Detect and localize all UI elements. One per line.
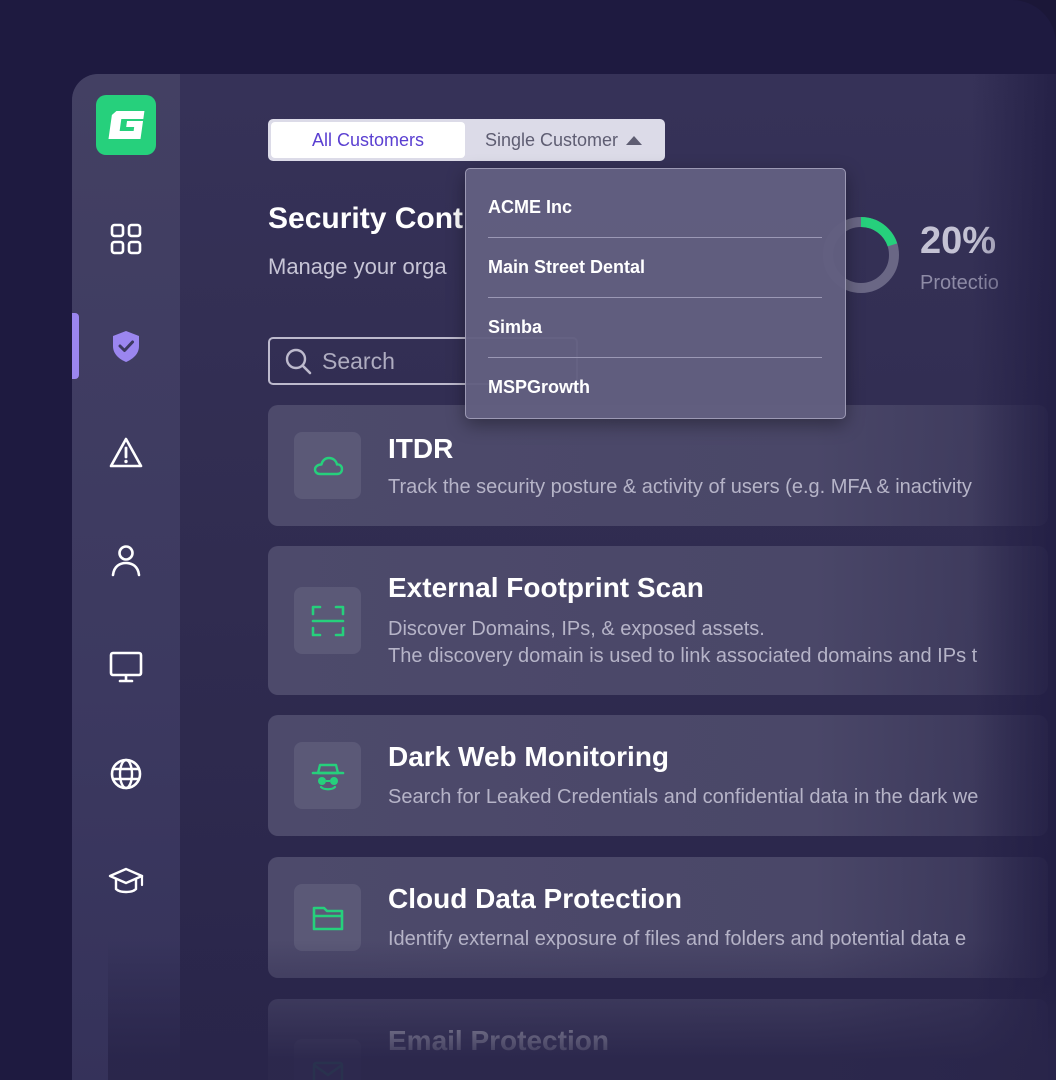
card-icon-box <box>294 884 361 951</box>
card-title: Email Protection <box>388 1025 609 1056</box>
card-icon-box <box>294 587 361 654</box>
card-icon-box <box>294 742 361 809</box>
card-description: Track the security posture & activity of… <box>388 476 972 498</box>
search-icon <box>285 348 312 375</box>
card-title: External Footprint Scan <box>388 572 704 603</box>
page-subtitle: Manage your orga <box>268 254 447 279</box>
app-logo[interactable] <box>96 95 156 155</box>
card-description: Search for Leaked Credentials and confid… <box>388 786 979 808</box>
warning-icon <box>109 437 143 468</box>
monitor-icon <box>109 651 143 683</box>
sidebar-item-training[interactable] <box>72 847 180 915</box>
sidebar-item-web[interactable] <box>72 740 180 808</box>
user-icon <box>111 545 141 577</box>
dropdown-item-main-street-dental[interactable]: Main Street Dental <box>488 237 822 297</box>
single-customer-label: Single Customer <box>484 129 619 150</box>
cloud-icon <box>313 456 343 475</box>
card-dark-web-monitoring[interactable]: Dark Web Monitoring Search for Leaked Cr… <box>268 715 1048 836</box>
sidebar-item-users[interactable] <box>72 526 180 594</box>
dropdown-item-acme-inc[interactable]: ACME Inc <box>488 177 822 237</box>
card-icon-box <box>294 1039 361 1080</box>
sidebar-item-dashboard[interactable] <box>72 205 180 273</box>
card-email-protection[interactable]: Email Protection <box>268 999 1048 1080</box>
protection-percent: 20% <box>920 220 997 262</box>
globe-icon <box>110 758 142 790</box>
sidebar-item-alerts[interactable] <box>72 419 180 487</box>
dropdown-item-mspgrowth[interactable]: MSPGrowth <box>488 357 822 417</box>
scan-icon <box>311 605 344 636</box>
sidebar-item-devices[interactable] <box>72 633 180 701</box>
dashboard-icon <box>110 223 142 255</box>
card-title: Dark Web Monitoring <box>388 741 670 772</box>
card-description-line-2: The discovery domain is used to link ass… <box>388 645 978 667</box>
card-title: Cloud Data Protection <box>388 883 683 914</box>
logo-icon <box>108 111 145 139</box>
card-description: Discover Domains, IPs, & exposed assets. <box>388 618 765 640</box>
customer-dropdown: ACME Inc Main Street Dental Simba MSPGro… <box>465 168 846 419</box>
sidebar-item-security[interactable] <box>72 312 180 380</box>
folder-icon <box>312 906 343 930</box>
card-title: ITDR <box>388 433 454 464</box>
all-customers-tab[interactable]: All Customers <box>271 122 465 158</box>
graduation-cap-icon <box>108 867 144 894</box>
card-cloud-data-protection[interactable]: Cloud Data Protection Identify external … <box>268 857 1048 978</box>
app-frame: All Customers Single Customer Security C… <box>0 0 1056 1080</box>
card-description: Identify external exposure of files and … <box>388 928 967 950</box>
caret-up-icon <box>626 135 643 145</box>
page-title: Security Cont <box>268 202 464 235</box>
card-icon-box <box>294 432 361 499</box>
card-external-footprint-scan[interactable]: External Footprint Scan Discover Domains… <box>268 546 1048 695</box>
single-customer-tab[interactable]: Single Customer <box>465 122 662 158</box>
customer-scope-toggle: All Customers Single Customer <box>268 119 665 161</box>
dropdown-item-simba[interactable]: Simba <box>488 297 822 357</box>
card-itdr[interactable]: ITDR Track the security posture & activi… <box>268 405 1048 526</box>
spy-icon <box>311 763 344 790</box>
sidebar <box>72 74 180 1080</box>
mail-icon <box>312 1061 343 1080</box>
shield-check-icon <box>113 331 139 362</box>
protection-label: Protectio <box>920 272 999 294</box>
search-placeholder: Search <box>322 347 395 374</box>
